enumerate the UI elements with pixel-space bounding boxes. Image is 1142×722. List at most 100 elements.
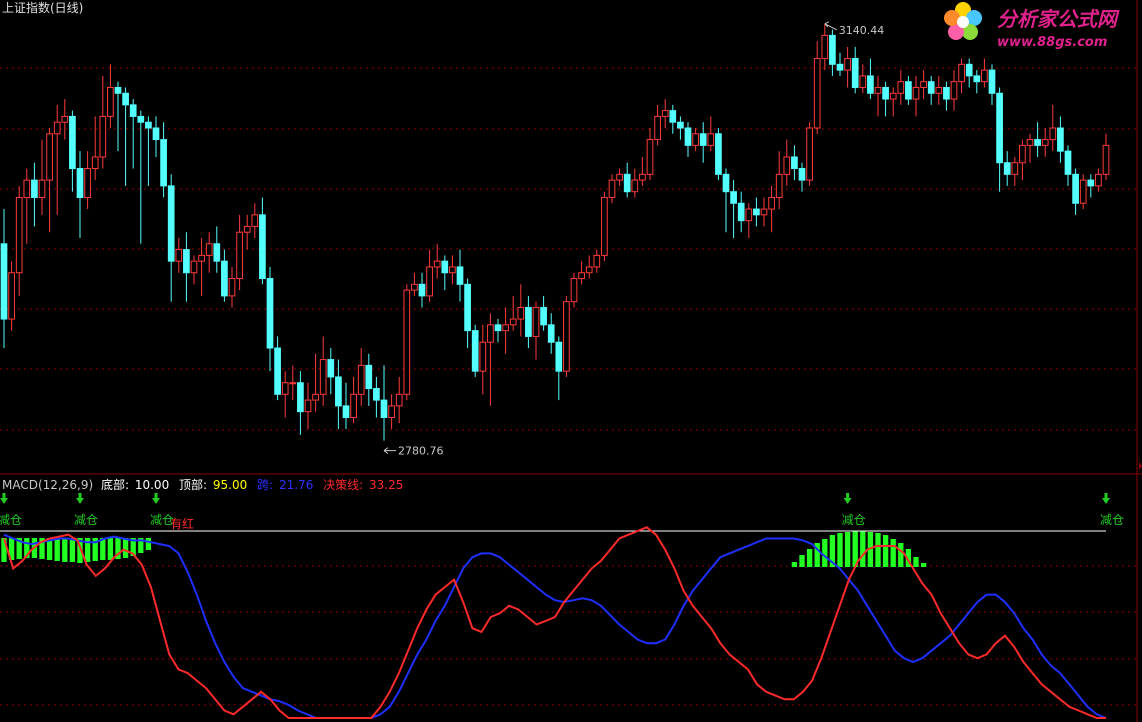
candle-body <box>357 364 365 395</box>
candle-body <box>699 133 707 146</box>
histogram-bar <box>54 538 60 561</box>
candle-body <box>380 399 388 418</box>
candle-body <box>319 359 327 395</box>
candle-body <box>251 214 259 227</box>
candle-body <box>297 382 304 413</box>
signal-label: 减仓 <box>150 513 174 527</box>
candle-body <box>464 283 471 332</box>
candle-body <box>1049 127 1057 141</box>
candle-body <box>281 382 289 395</box>
candle-body <box>494 324 502 332</box>
candle-body <box>190 260 198 274</box>
histogram-bar <box>890 539 896 567</box>
candle-body <box>745 208 753 222</box>
candle-body <box>935 86 943 94</box>
candle-body <box>844 58 851 71</box>
candle-body <box>623 173 631 193</box>
candle-body <box>441 260 449 274</box>
candle-body <box>707 133 715 146</box>
candle-body <box>737 202 745 222</box>
candle-body <box>335 376 342 407</box>
histogram-bar <box>882 535 889 567</box>
candle-body <box>973 75 981 83</box>
candle-body <box>388 405 395 418</box>
candles-layer <box>0 23 1110 441</box>
candle-body <box>167 185 175 262</box>
price-high-label: 3140.44 <box>839 24 885 37</box>
price-low-arrow <box>383 447 396 455</box>
signal-label: 减仓 <box>0 513 22 527</box>
candle-body <box>821 34 829 60</box>
candle-body <box>91 156 99 170</box>
candle-body <box>654 115 661 141</box>
candle-body <box>775 173 783 198</box>
candle-body <box>1019 144 1026 164</box>
top-value: 95.00 <box>213 478 247 492</box>
candle-body <box>965 63 973 77</box>
indicator-name: MACD(12,26,9) <box>2 478 93 492</box>
candle-body <box>122 92 129 106</box>
candle-body <box>152 127 160 141</box>
histogram-bar <box>875 533 881 567</box>
candle-body <box>395 393 403 407</box>
candle-body <box>753 208 760 216</box>
candle-body <box>639 173 646 181</box>
candle-body <box>228 278 236 297</box>
histogram-bar <box>837 533 843 567</box>
candle-body <box>616 173 623 181</box>
candle-body <box>981 69 988 83</box>
candle-body <box>912 86 920 100</box>
candle-body <box>1011 162 1019 175</box>
top-label: 顶部: <box>179 477 207 492</box>
candle-body <box>365 364 373 390</box>
signal-label: 减仓 <box>1100 513 1124 527</box>
down-arrow-icon <box>1102 493 1110 504</box>
histogram-bar <box>100 538 106 560</box>
candle-body <box>15 196 23 274</box>
candle-body <box>646 139 654 175</box>
candle-body <box>274 347 281 395</box>
candle-body <box>243 225 251 233</box>
histogram-bar <box>107 538 114 560</box>
histogram-bar <box>860 531 866 567</box>
candle-body <box>578 272 585 280</box>
candle-body <box>1026 139 1034 146</box>
candle-body <box>677 121 684 129</box>
candle-body <box>129 104 137 117</box>
candle-body <box>806 127 813 181</box>
candle-body <box>585 266 593 274</box>
candle-body <box>1064 150 1072 175</box>
candle-body <box>76 168 84 198</box>
candle-body <box>433 260 441 268</box>
logo-name: 分析家公式网 <box>997 7 1120 31</box>
price-high-arrow <box>824 21 838 31</box>
candle-body <box>479 341 487 372</box>
candle-body <box>943 86 950 100</box>
candle-body <box>525 306 532 337</box>
histogram-bar <box>898 543 904 567</box>
candle-body <box>593 254 601 268</box>
candle-body <box>768 196 775 210</box>
candle-body <box>38 179 46 198</box>
macd-lines <box>3 526 1107 719</box>
candle-body <box>1057 127 1064 152</box>
histogram-bar <box>122 538 129 558</box>
candle-body <box>760 208 768 216</box>
line2-label: 跨: <box>257 478 273 492</box>
candle-body <box>1072 173 1079 204</box>
signal-markers: 减仓 减仓 减仓 减仓 减仓 <box>0 493 1124 527</box>
candle-body <box>555 341 563 372</box>
candle-body <box>722 173 730 193</box>
down-arrow-icon <box>152 493 160 504</box>
candle-body <box>988 69 996 94</box>
candle-body <box>889 92 897 100</box>
candle-body <box>958 63 965 83</box>
candle-body <box>791 156 798 170</box>
candle-body <box>601 196 608 256</box>
window-title: 上证指数(日线) <box>2 0 83 15</box>
candle-body <box>456 266 464 285</box>
candle-body <box>107 86 114 117</box>
candle-body <box>46 133 53 181</box>
histogram-bar <box>799 555 805 567</box>
candle-body <box>350 393 357 418</box>
